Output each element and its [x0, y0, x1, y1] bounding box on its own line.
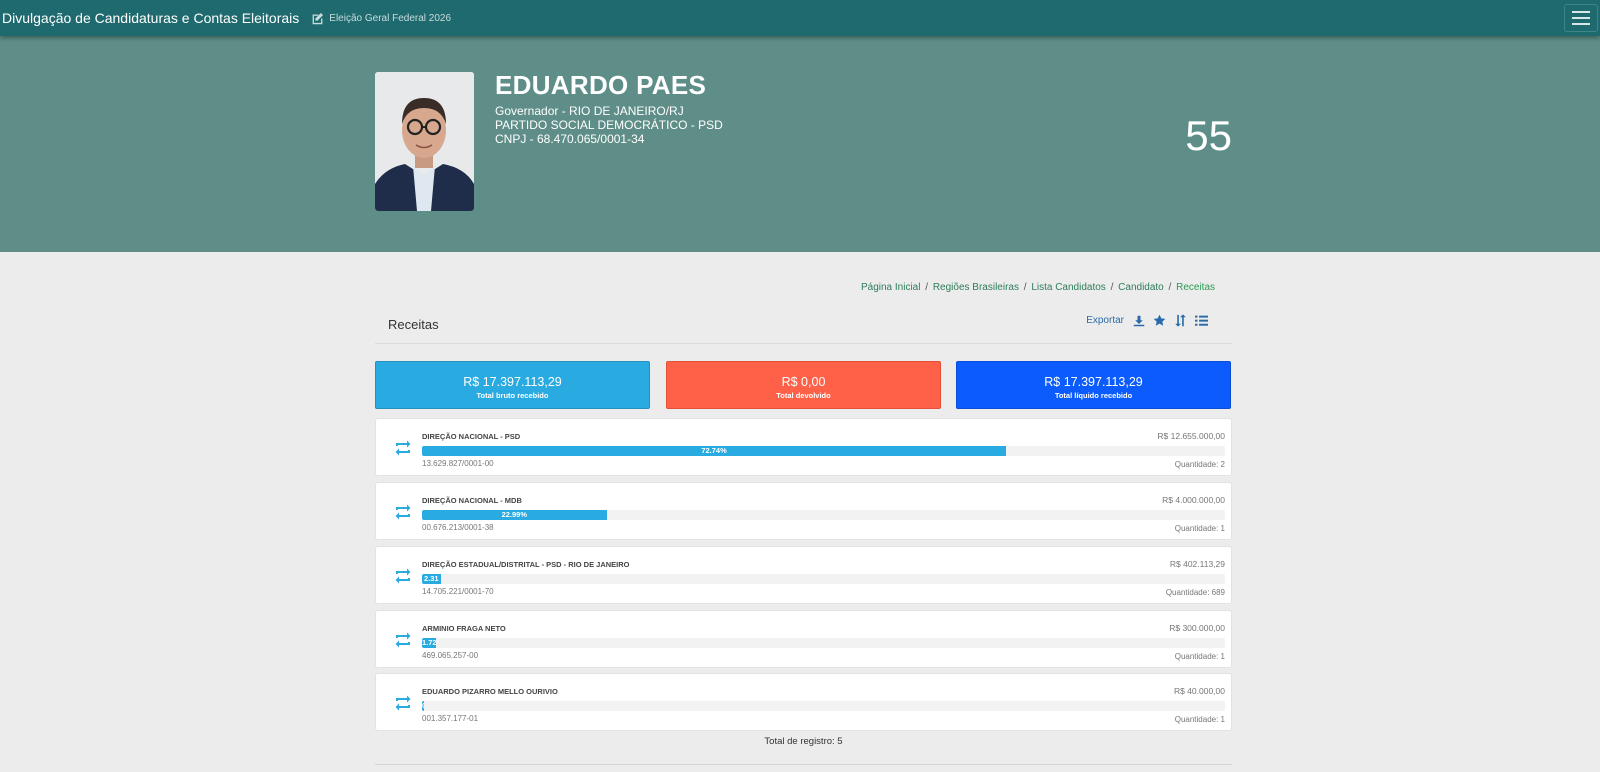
donor-name: ARMINIO FRAGA NETO: [422, 624, 506, 633]
section-toolbar: Exportar: [1086, 314, 1208, 327]
election-label: Eleição Geral Federal 2026: [329, 12, 452, 24]
donor-progress-bar: 72.74%: [422, 446, 1007, 456]
top-navbar: Divulgação de Candidaturas e Contas Elei…: [0, 0, 1600, 36]
summary-label: Total bruto recebido: [476, 391, 549, 400]
breadcrumb-separator: /: [1110, 282, 1114, 293]
list-icon[interactable]: [1195, 314, 1208, 327]
donor-progress-bar: 22.99%: [422, 510, 607, 520]
breadcrumb-regions[interactable]: Regiões Brasileiras: [933, 282, 1019, 293]
donor-progress-bar: 2.31: [422, 574, 441, 584]
download-icon[interactable]: [1132, 314, 1145, 327]
hamburger-menu-button[interactable]: [1564, 4, 1598, 32]
summary-card-returned: R$ 0,00 Total devolvido: [666, 361, 941, 409]
app-title[interactable]: Divulgação de Candidaturas e Contas Elei…: [2, 10, 299, 26]
breadcrumb-separator: /: [925, 282, 929, 293]
summary-amount: R$ 0,00: [781, 375, 826, 389]
candidate-office: Governador - RIO DE JANEIRO/RJ: [495, 104, 684, 118]
donor-amount: R$ 402.113,29: [1169, 559, 1225, 569]
donor-progress-track: 22.99%: [422, 510, 1225, 520]
summary-amount: R$ 17.397.113,29: [463, 375, 562, 389]
donor-quantity: Quantidade: 1: [1174, 524, 1225, 533]
donor-row[interactable]: ARMINIO FRAGA NETO R$ 300.000,00 1.72 46…: [375, 610, 1232, 668]
breadcrumb-candidate[interactable]: Candidato: [1118, 282, 1164, 293]
donor-amount: R$ 12.655.000,00: [1157, 431, 1225, 441]
transfer-icon: [395, 568, 411, 584]
breadcrumb-separator: /: [1023, 282, 1027, 293]
export-button[interactable]: Exportar: [1086, 315, 1124, 326]
candidate-cnpj: CNPJ - 68.470.065/0001-34: [495, 132, 645, 146]
election-selector[interactable]: Eleição Geral Federal 2026: [311, 12, 451, 25]
donor-name: DIREÇÃO ESTADUAL/DISTRITAL - PSD - RIO D…: [422, 560, 630, 569]
transfer-icon: [395, 440, 411, 456]
donor-document: 13.629.827/0001-00: [422, 459, 494, 468]
donor-document: 14.705.221/0001-70: [422, 587, 494, 596]
donor-document: 00.676.213/0001-38: [422, 523, 494, 532]
donor-document: 469.065.257-00: [422, 651, 479, 660]
donor-progress-track: 2.31: [422, 574, 1225, 584]
donor-amount: R$ 300.000,00: [1169, 623, 1225, 633]
donor-quantity: Quantidade: 1: [1174, 652, 1225, 661]
section-title: Receitas: [388, 317, 439, 332]
transfer-icon: [395, 632, 411, 648]
summary-label: Total líquido recebido: [1054, 391, 1133, 400]
divider: [375, 764, 1232, 765]
breadcrumb-candidate-list[interactable]: Lista Candidatos: [1031, 282, 1106, 293]
donor-amount: R$ 40.000,00: [1173, 686, 1225, 696]
donor-amount: R$ 4.000.000,00: [1162, 495, 1225, 505]
edit-icon: [312, 12, 324, 24]
candidate-party: PARTIDO SOCIAL DEMOCRÁTICO - PSD: [495, 118, 723, 132]
transfer-icon: [395, 504, 411, 520]
donor-row[interactable]: EDUARDO PIZARRO MELLO OURIVIO R$ 40.000,…: [375, 673, 1232, 731]
candidate-name: EDUARDO PAES: [495, 70, 707, 100]
donor-name: EDUARDO PIZARRO MELLO OURIVIO: [422, 687, 558, 696]
summary-label: Total devolvido: [776, 391, 831, 400]
donor-progress-track: 0.23: [422, 701, 1225, 711]
breadcrumb: Página Inicial / Regiões Brasileiras / L…: [375, 282, 1215, 293]
summary-card-gross: R$ 17.397.113,29 Total bruto recebido: [375, 361, 650, 409]
candidate-photo: [375, 72, 474, 211]
transfer-icon: [395, 695, 411, 711]
summary-amount: R$ 17.397.113,29: [1044, 375, 1143, 389]
donor-row[interactable]: DIREÇÃO ESTADUAL/DISTRITAL - PSD - RIO D…: [375, 546, 1232, 604]
donor-progress-bar: 0.23: [422, 701, 424, 711]
breadcrumb-separator: /: [1168, 282, 1172, 293]
breadcrumb-current: Receitas: [1176, 282, 1215, 293]
donor-row[interactable]: DIREÇÃO NACIONAL - MDB R$ 4.000.000,00 2…: [375, 482, 1232, 540]
donor-quantity: Quantidade: 1: [1174, 715, 1225, 724]
breadcrumb-home[interactable]: Página Inicial: [861, 282, 920, 293]
summary-card-net: R$ 17.397.113,29 Total líquido recebido: [956, 361, 1231, 409]
donor-progress-bar: 1.72: [422, 638, 436, 648]
candidate-info: Governador - RIO DE JANEIRO/RJ PARTIDO S…: [495, 104, 723, 146]
donor-document: 001.357.177-01: [422, 714, 479, 723]
section-header: Receitas Exportar: [375, 306, 1232, 344]
donor-name: DIREÇÃO NACIONAL - MDB: [422, 496, 522, 505]
donor-name: DIREÇÃO NACIONAL - PSD: [422, 432, 521, 441]
donor-row[interactable]: DIREÇÃO NACIONAL - PSD R$ 12.655.000,00 …: [375, 418, 1232, 476]
total-records: Total de registro: 5: [764, 736, 843, 747]
star-icon[interactable]: [1153, 314, 1166, 327]
hamburger-icon: [1572, 11, 1590, 25]
candidate-header: EDUARDO PAES Governador - RIO DE JANEIRO…: [0, 36, 1600, 252]
donor-quantity: Quantidade: 2: [1174, 460, 1225, 469]
donor-quantity: Quantidade: 689: [1165, 588, 1225, 597]
donor-progress-track: 1.72: [422, 638, 1225, 648]
sort-icon[interactable]: [1174, 314, 1187, 327]
candidate-number: 55: [1185, 112, 1232, 159]
donor-progress-track: 72.74%: [422, 446, 1225, 456]
